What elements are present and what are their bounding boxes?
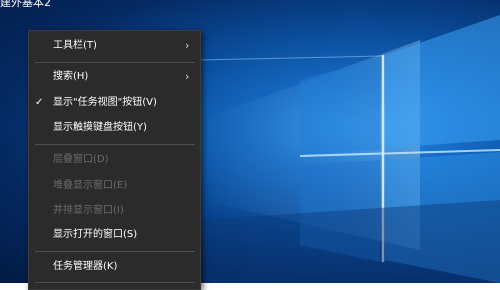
chevron-right-icon: › bbox=[185, 70, 190, 83]
menu-item-label: 并排显示窗口(I) bbox=[53, 205, 124, 216]
taskbar-context-menu: 工具栏(T) › 搜索(H) › ✓ 显示"任务视图"按钮(V) 显示触摸键盘按… bbox=[28, 30, 201, 290]
menu-item-label: 层叠窗口(D) bbox=[53, 154, 109, 165]
menu-item-search[interactable]: 搜索(H) › bbox=[29, 66, 200, 88]
window-title-text: 建外基本2 bbox=[0, 0, 51, 9]
menu-item-label: 工具栏(T) bbox=[53, 40, 97, 51]
menu-item-toolbars[interactable]: 工具栏(T) › bbox=[29, 35, 200, 57]
menu-item-show-touch-keyboard-button[interactable]: 显示触摸键盘按钮(Y) bbox=[29, 117, 200, 139]
menu-separator bbox=[35, 144, 195, 145]
menu-item-label: 显示打开的窗口(S) bbox=[53, 229, 138, 240]
checkmark-icon: ✓ bbox=[35, 97, 44, 108]
menu-item-label: 显示触摸键盘按钮(Y) bbox=[53, 122, 147, 133]
menu-item-label: 搜索(H) bbox=[53, 71, 89, 82]
menu-separator bbox=[35, 251, 195, 252]
menu-item-task-manager[interactable]: 任务管理器(K) bbox=[29, 256, 200, 278]
chevron-right-icon: › bbox=[185, 39, 190, 52]
menu-item-cascade-windows: 层叠窗口(D) bbox=[29, 149, 200, 171]
menu-item-show-open-windows[interactable]: 显示打开的窗口(S) bbox=[29, 224, 200, 246]
menu-item-stack-windows: 堆叠显示窗口(E) bbox=[29, 175, 200, 197]
menu-separator bbox=[35, 62, 195, 63]
menu-item-label: 任务管理器(K) bbox=[53, 261, 118, 272]
menu-item-side-by-side-windows: 并排显示窗口(I) bbox=[29, 200, 200, 222]
menu-item-label: 显示"任务视图"按钮(V) bbox=[53, 97, 157, 108]
menu-item-show-task-view-button[interactable]: ✓ 显示"任务视图"按钮(V) bbox=[29, 92, 200, 114]
menu-item-label: 堆叠显示窗口(E) bbox=[53, 180, 128, 191]
